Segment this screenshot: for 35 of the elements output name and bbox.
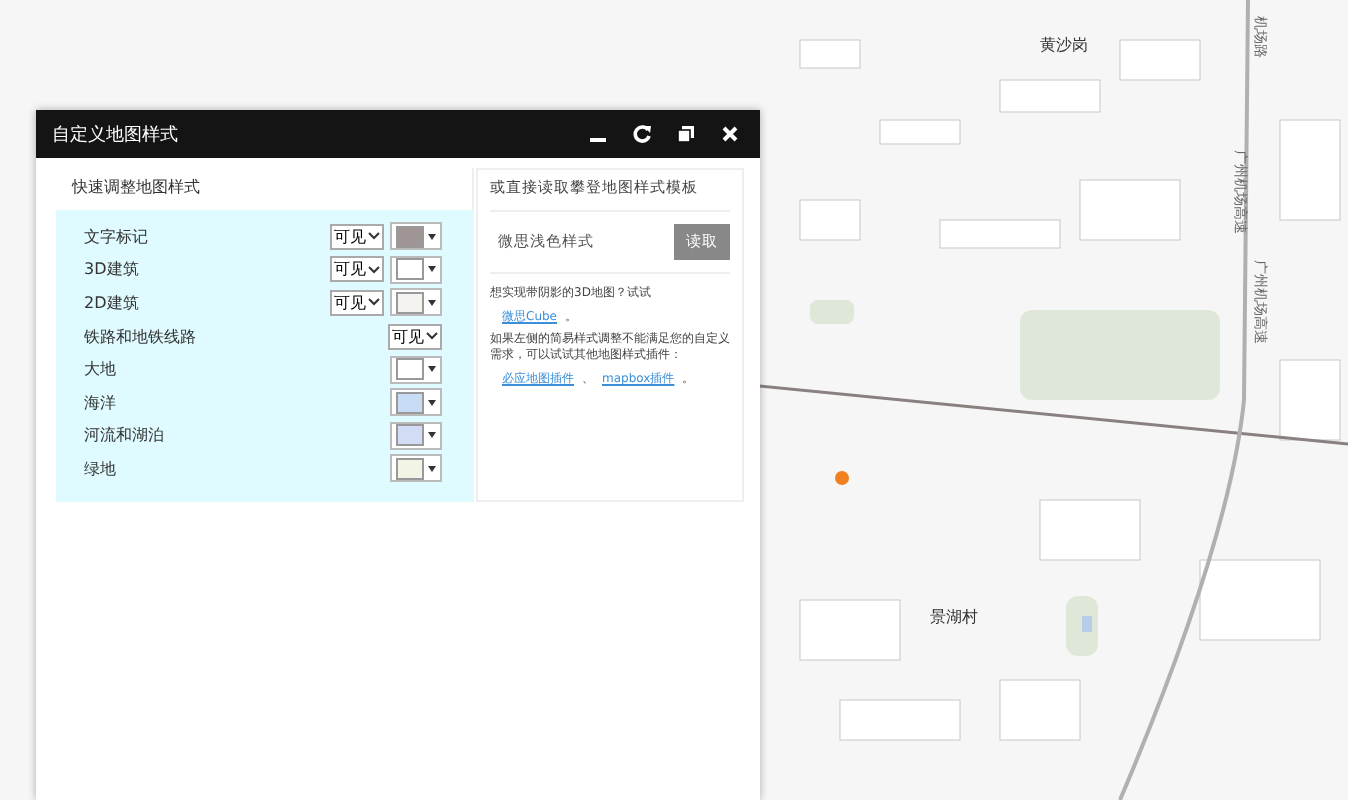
- color-picker[interactable]: [390, 288, 442, 317]
- caret-icon: [428, 366, 436, 373]
- visibility-dropdown[interactable]: 可见: [330, 289, 384, 316]
- chevron-icon: [368, 265, 380, 274]
- panel-heading: 快速调整地图样式: [56, 168, 474, 210]
- caret-icon: [428, 266, 436, 273]
- close-icon[interactable]: [720, 124, 740, 144]
- layer-label: 铁路和地铁线路: [84, 325, 196, 348]
- caret-icon: [428, 432, 436, 439]
- chevron-icon: [426, 332, 438, 341]
- visibility-dropdown[interactable]: 可见: [330, 223, 384, 250]
- layer-label: 绿地: [84, 457, 116, 480]
- layer-label: 河流和湖泊: [84, 424, 164, 447]
- caret-icon: [428, 233, 436, 240]
- layer-label: 海洋: [84, 391, 116, 414]
- color-picker[interactable]: [390, 421, 442, 450]
- window-title: 自定义地图样式: [52, 123, 178, 147]
- color-picker[interactable]: [390, 255, 442, 284]
- layer-label: 文字标记: [84, 225, 148, 248]
- caret-icon: [428, 465, 436, 472]
- chevron-icon: [368, 232, 380, 241]
- restore-icon[interactable]: [676, 124, 696, 144]
- layer-label: 3D建筑: [84, 258, 139, 281]
- refresh-icon[interactable]: [632, 124, 652, 144]
- caret-icon: [428, 399, 436, 406]
- layer-label: 2D建筑: [84, 291, 139, 314]
- chevron-icon: [368, 298, 380, 307]
- caret-icon: [428, 299, 436, 306]
- color-picker[interactable]: [390, 355, 442, 384]
- visibility-dropdown[interactable]: 可见: [330, 256, 384, 283]
- layer-label: 大地: [84, 358, 116, 381]
- color-picker[interactable]: [390, 454, 442, 483]
- color-picker[interactable]: [390, 222, 442, 251]
- color-picker[interactable]: [390, 388, 442, 417]
- visibility-dropdown[interactable]: 可见: [388, 323, 442, 350]
